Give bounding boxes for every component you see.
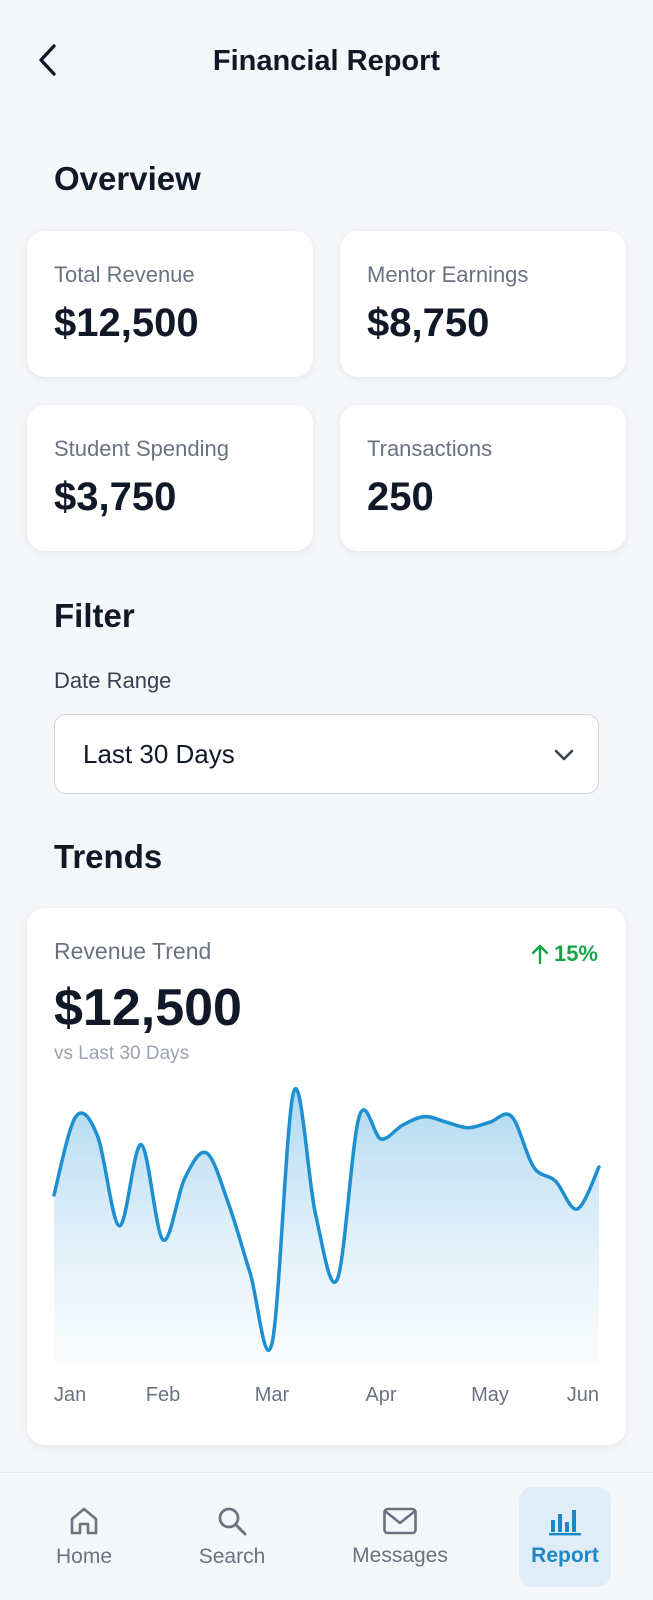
stat-value: $8,750 [367, 301, 490, 345]
nav-label: Messages [352, 1544, 448, 1567]
nav-label: Home [55, 1545, 113, 1568]
date-range-select[interactable]: Last 30 Days [54, 714, 599, 794]
overview-title: Overview [54, 160, 201, 197]
date-range-label: Date Range [54, 668, 172, 693]
trend-change-value: 15% [553, 941, 598, 966]
bar-chart-icon [549, 1510, 581, 1536]
header: Financial Report [0, 0, 653, 130]
stat-card-mentor-earnings: Mentor Earnings $8,750 [340, 231, 626, 377]
page-title: Financial Report [212, 45, 441, 77]
arrow-up-icon [531, 944, 549, 965]
stat-value: $12,500 [54, 301, 199, 345]
stat-card-total-revenue: Total Revenue $12,500 [27, 231, 313, 377]
nav-item-search[interactable]: Search [182, 1487, 282, 1587]
date-range-value: Last 30 Days [83, 739, 235, 769]
nav-label: Report [531, 1544, 599, 1567]
trend-value: $12,500 [54, 979, 242, 1037]
x-tick-label: Jun [567, 1384, 599, 1406]
x-axis-labels: Jan Feb Mar Apr May Jun [54, 1384, 599, 1406]
nav-item-messages[interactable]: Messages [340, 1487, 460, 1587]
x-tick-label: Feb [146, 1384, 180, 1406]
nav-label: Search [198, 1545, 266, 1568]
nav-item-home[interactable]: Home [34, 1487, 134, 1587]
stat-value: 250 [367, 475, 434, 519]
stat-label: Mentor Earnings [367, 262, 529, 287]
stat-card-transactions: Transactions 250 [340, 405, 626, 551]
revenue-trend-card: Revenue Trend 15% $12,500 vs Last 30 Day… [27, 908, 626, 1445]
stat-label: Student Spending [54, 436, 229, 461]
trend-change-badge: 15% [530, 941, 598, 967]
filter-title: Filter [54, 597, 135, 634]
x-tick-label: Mar [255, 1384, 290, 1406]
revenue-trend-chart: Jan Feb Mar Apr May Jun [52, 1086, 601, 1406]
x-tick-label: Apr [365, 1384, 396, 1406]
trend-comparison: vs Last 30 Days [54, 1043, 190, 1064]
stat-value: $3,750 [54, 475, 177, 519]
stat-card-student-spending: Student Spending $3,750 [27, 405, 313, 551]
stat-label: Total Revenue [54, 262, 195, 287]
trends-title: Trends [54, 838, 163, 875]
chevron-down-icon [554, 749, 574, 761]
trend-label: Revenue Trend [54, 938, 212, 964]
stat-label: Transactions [367, 436, 493, 461]
x-tick-label: Jan [54, 1384, 86, 1406]
nav-item-report[interactable]: Report [519, 1487, 611, 1587]
search-icon [218, 1507, 247, 1536]
financial-report-screen: Financial Report Overview Total Revenue … [0, 0, 653, 1600]
home-icon [70, 1507, 98, 1535]
mail-icon [383, 1507, 417, 1535]
bottom-navigation: Home Search Messages Report [0, 1472, 653, 1600]
x-tick-label: May [471, 1384, 509, 1406]
